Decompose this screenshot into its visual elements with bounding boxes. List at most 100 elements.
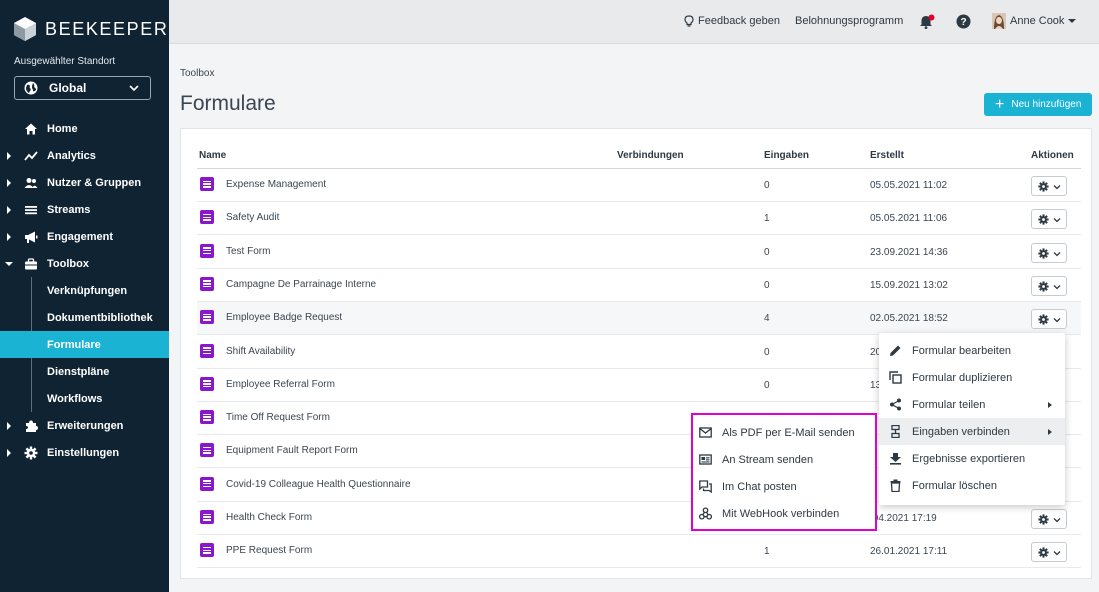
sidebar-item-engagement[interactable]: Engagement: [0, 223, 169, 250]
user-menu[interactable]: Anne Cook: [992, 13, 1080, 29]
form-entries: 1: [764, 546, 770, 558]
sidebar-subitem-formulare[interactable]: Formulare: [0, 331, 169, 358]
form-name[interactable]: Covid-19 Colleague Health Questionnaire: [226, 479, 411, 490]
sidebar-item-analytics[interactable]: Analytics: [0, 142, 169, 169]
table-row[interactable]: Safety Audit 1 05.05.2021 11:06: [197, 202, 1081, 236]
duplicate-icon: [889, 371, 902, 384]
location-select[interactable]: Global: [14, 76, 151, 100]
menu-item-connect-entries[interactable]: Eingaben verbinden: [879, 418, 1065, 445]
lightbulb-icon: [684, 15, 694, 27]
form-list-icon: [200, 177, 214, 191]
feedback-label: Feedback geben: [698, 15, 780, 27]
analytics-icon: [24, 150, 38, 161]
submenu-item-webhook[interactable]: Mit WebHook verbinden: [693, 500, 875, 527]
menu-item-edit-form[interactable]: Formular bearbeiten: [879, 337, 1065, 364]
row-actions-button[interactable]: [1031, 542, 1067, 563]
form-created: 02.05.2021 18:52: [870, 313, 948, 325]
menu-item-duplicate-form[interactable]: Formular duplizieren: [879, 364, 1065, 391]
table-row[interactable]: Test Form 0 23.09.2021 14:36: [197, 236, 1081, 269]
menu-item-share-form[interactable]: Formular teilen: [879, 391, 1065, 418]
sidebar-item-users[interactable]: Nutzer & Gruppen: [0, 169, 169, 196]
header-name[interactable]: Name: [199, 150, 226, 161]
form-created: 15.09.2021 13:02: [870, 279, 948, 291]
form-name[interactable]: Expense Management: [226, 179, 326, 190]
form-entries: 0: [764, 180, 770, 191]
header-entries[interactable]: Eingaben: [764, 150, 809, 161]
form-name[interactable]: Shift Availability: [226, 346, 295, 357]
form-list-icon: [200, 210, 214, 225]
submenu-item-email-pdf[interactable]: Als PDF per E-Mail senden: [693, 419, 875, 446]
sidebar-item-label: Streams: [47, 203, 91, 216]
sidebar-subitem-verknuepfungen[interactable]: Verknüpfungen: [0, 277, 169, 304]
submenu-item-post-to-chat[interactable]: Im Chat posten: [693, 473, 875, 500]
table-row[interactable]: Health Check Form .04.2021 17:19: [197, 502, 1081, 535]
form-name[interactable]: Health Check Form: [226, 512, 312, 523]
sidebar-item-toolbox[interactable]: Toolbox: [0, 250, 169, 277]
header-created[interactable]: Erstellt: [870, 150, 904, 161]
sidebar-subitem-dienstplaene[interactable]: Dienstpläne: [0, 358, 169, 385]
breadcrumb[interactable]: Toolbox: [180, 68, 214, 79]
menu-item-label: Formular bearbeiten: [912, 344, 1012, 357]
form-entries: 0: [764, 346, 770, 358]
help-button[interactable]: ?: [956, 14, 975, 29]
form-name[interactable]: Safety Audit: [226, 212, 279, 223]
form-list-icon: [200, 543, 214, 558]
rewards-link[interactable]: Belohnungsprogramm: [795, 15, 903, 27]
streams-icon: [25, 205, 37, 214]
table-row[interactable]: Employee Badge Request 4 02.05.2021 18:52: [197, 302, 1081, 336]
logo[interactable]: BEEKEEPER: [14, 17, 168, 41]
feedback-link[interactable]: Feedback geben: [684, 15, 780, 27]
header-connections: Verbindungen: [617, 150, 684, 161]
row-actions-button[interactable]: [1031, 176, 1067, 196]
sidebar-item-einstellungen[interactable]: Einstellungen: [0, 439, 169, 466]
notifications-button[interactable]: [919, 14, 939, 30]
form-name[interactable]: Equipment Fault Report Form: [226, 445, 358, 456]
table-row[interactable]: PPE Request Form 1 26.01.2021 17:11: [197, 535, 1081, 569]
sidebar-subitem-dokumentbibliothek[interactable]: Dokumentbibliothek: [0, 304, 169, 331]
form-created: 05.05.2021 11:06: [870, 213, 948, 225]
gear-icon: [1038, 281, 1049, 292]
form-name[interactable]: PPE Request Form: [226, 545, 312, 556]
form-name[interactable]: Time Off Request Form: [226, 412, 330, 423]
table-row[interactable]: Expense Management 0 05.05.2021 11:02: [197, 169, 1081, 202]
row-actions-button[interactable]: [1031, 209, 1067, 230]
submenu-item-send-to-stream[interactable]: An Stream senden: [693, 446, 875, 473]
gear-icon: [1038, 247, 1049, 259]
add-new-label: Neu hinzufügen: [1011, 99, 1082, 110]
sidebar-item-label: Toolbox: [47, 257, 89, 270]
table-row[interactable]: Campagne De Parrainage Interne 0 15.09.202…: [197, 269, 1081, 302]
caret-right-icon: [7, 233, 11, 241]
sidebar-subitem-label: Dienstpläne: [47, 365, 110, 378]
row-actions-button[interactable]: [1031, 509, 1067, 529]
actions-context-menu: Formular bearbeiten Formular duplizieren…: [879, 333, 1065, 505]
sidebar-item-streams[interactable]: Streams: [0, 196, 169, 223]
menu-item-export-results[interactable]: Ergebnisse exportieren: [879, 445, 1065, 472]
sidebar-subitem-label: Verknüpfungen: [47, 284, 128, 297]
sidebar-item-home[interactable]: Home: [0, 115, 169, 142]
pencil-icon: [890, 345, 901, 356]
form-entries: 0: [764, 246, 770, 258]
sidebar-subitem-workflows[interactable]: Workflows: [0, 385, 169, 412]
row-actions-button[interactable]: [1031, 275, 1067, 296]
form-name[interactable]: Campagne De Parrainage Interne: [226, 279, 376, 290]
sidebar-item-erweiterungen[interactable]: Erweiterungen: [0, 412, 169, 439]
help-icon: ?: [956, 14, 971, 29]
form-name[interactable]: Test Form: [226, 246, 270, 257]
row-actions-button[interactable]: [1031, 242, 1067, 263]
form-name[interactable]: Employee Badge Request: [226, 312, 342, 323]
form-name[interactable]: Employee Referral Form: [226, 379, 335, 390]
caret-down-icon: [1068, 19, 1077, 23]
connect-icon: [891, 425, 900, 438]
stream-card-icon: [699, 454, 712, 465]
menu-item-label: Formular teilen: [912, 398, 986, 411]
form-list-icon: [200, 243, 214, 258]
sidebar-item-label: Nutzer & Gruppen: [47, 176, 142, 189]
row-actions-button[interactable]: [1031, 309, 1067, 330]
menu-item-label: Eingaben verbinden: [912, 425, 1010, 438]
submenu-item-label: An Stream senden: [722, 453, 814, 466]
add-new-button[interactable]: + Neu hinzufügen: [984, 93, 1092, 116]
chevron-down-icon: [1053, 185, 1061, 190]
menu-item-delete-form[interactable]: Formular löschen: [879, 472, 1065, 499]
chevron-down-icon: [1053, 551, 1061, 556]
gear-icon: [1038, 514, 1049, 525]
